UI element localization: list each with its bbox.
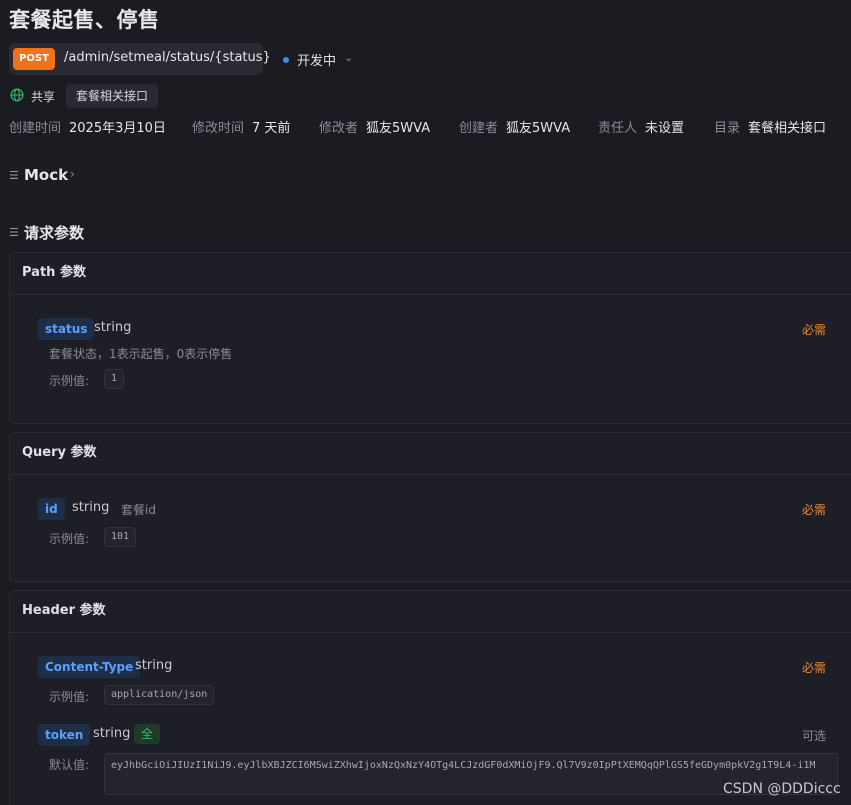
path-params-header: Path 参数 (10, 253, 851, 295)
meta-value: 2025年3月10日 (69, 121, 166, 136)
chevron-right-icon[interactable]: › (70, 167, 75, 181)
meta-directory: 目录 套餐相关接口 (714, 117, 826, 136)
required-label: 必需 (802, 503, 827, 517)
example-label: 示例值: (49, 690, 90, 704)
param-type: string (72, 500, 110, 515)
param-name: token (38, 724, 91, 746)
meta-value: 狐友5WVA (366, 121, 431, 136)
param-name: id (38, 498, 65, 520)
example-label: 示例值: (49, 374, 90, 388)
meta-value: 套餐相关接口 (748, 121, 827, 136)
meta-modified-time: 修改时间 7 天前 (192, 117, 290, 136)
required-label: 必需 (802, 661, 827, 675)
chevron-down-icon[interactable]: ⌄ (344, 51, 353, 64)
param-type: string (135, 658, 173, 673)
status-select[interactable]: 开发中 (297, 50, 336, 69)
meta-label: 修改时间 (192, 121, 245, 136)
param-type: string (93, 726, 131, 741)
optional-label: 可选 (802, 729, 827, 743)
default-label: 默认值: (49, 758, 90, 772)
meta-label: 责任人 (598, 121, 638, 136)
share-label[interactable]: 共享 (31, 88, 55, 105)
meta-creator: 创建者 狐友5WVA (459, 117, 570, 136)
param-description: 套餐状态，1表示起售，0表示停售 (49, 347, 233, 361)
mock-section-title[interactable]: Mock (24, 166, 68, 184)
meta-created-time: 创建时间 2025年3月10日 (9, 117, 166, 136)
param-name: status (38, 318, 95, 340)
meta-label: 修改者 (319, 121, 359, 136)
scope-badge: 全 (134, 724, 160, 744)
example-value[interactable]: 1 (104, 369, 125, 389)
collapse-icon[interactable]: ☰ (9, 169, 19, 182)
meta-value: 7 天前 (252, 121, 291, 136)
param-type: string (94, 320, 132, 335)
meta-value: 未设置 (645, 121, 685, 136)
example-label: 示例值: (49, 532, 90, 546)
param-name: Content-Type (38, 656, 141, 678)
meta-value: 狐友5WVA (506, 121, 571, 136)
required-label: 必需 (802, 323, 827, 337)
meta-owner: 责任人 未设置 (598, 117, 684, 136)
meta-label: 创建者 (459, 121, 499, 136)
method-badge: POST (13, 48, 55, 70)
collapse-icon[interactable]: ☰ (9, 226, 19, 239)
meta-label: 目录 (714, 121, 741, 136)
endpoint-path[interactable]: POST /admin/setmeal/status/{status} (9, 43, 271, 75)
meta-modifier: 修改者 狐友5WVA (319, 117, 430, 136)
endpoint-path-text: /admin/setmeal/status/{status} (64, 50, 271, 65)
folder-tag[interactable]: 套餐相关接口 (66, 84, 159, 108)
globe-icon (10, 88, 24, 102)
request-params-title: 请求参数 (24, 224, 85, 242)
param-description: 套餐id (121, 503, 156, 517)
watermark: CSDN @DDDiccc (723, 781, 841, 797)
query-params-header: Query 参数 (10, 433, 851, 475)
meta-label: 创建时间 (9, 121, 62, 136)
header-params-header: Header 参数 (10, 591, 851, 633)
example-value[interactable]: application/json (104, 685, 215, 705)
status-dot-icon (283, 57, 289, 63)
page-title: 套餐起售、停售 (9, 8, 160, 32)
path-params-card: Path 参数 (9, 252, 851, 424)
example-value[interactable]: 101 (104, 527, 137, 547)
